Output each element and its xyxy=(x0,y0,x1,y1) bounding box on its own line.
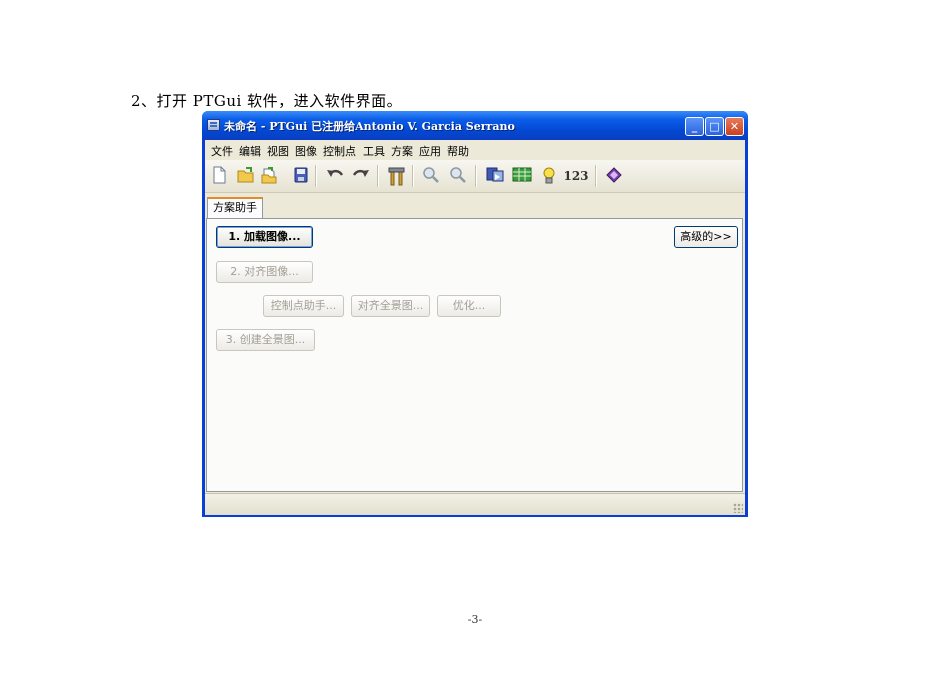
menu-project[interactable]: 方案 xyxy=(391,143,413,159)
toolbar-separator xyxy=(595,165,597,187)
menu-images[interactable]: 图像 xyxy=(295,143,317,159)
ptgui-window: 未命名 - PTGui 已注册给Antonio V. Garcia Serran… xyxy=(202,111,748,517)
help-book-icon[interactable] xyxy=(604,166,624,186)
zoom-in-icon[interactable] xyxy=(421,166,441,186)
open-folder-icon[interactable] xyxy=(236,166,256,186)
toolbar-separator xyxy=(412,165,414,187)
create-panorama-button[interactable]: 3. 创建全景图... xyxy=(216,329,315,351)
align-panorama-button[interactable]: 对齐全景图... xyxy=(351,295,430,317)
tab-project-assistant[interactable]: 方案助手 xyxy=(207,197,263,219)
control-point-assistant-button[interactable]: 控制点助手... xyxy=(263,295,344,317)
toolbar-separator xyxy=(475,165,477,187)
maximize-button[interactable]: □ xyxy=(705,117,724,136)
resize-grip[interactable] xyxy=(733,503,743,513)
lightbulb-icon[interactable] xyxy=(539,166,559,186)
tools-icon[interactable] xyxy=(387,166,407,186)
client-area: 文件 编辑 视图 图像 控制点 工具 方案 应用 帮助 123 方案助手 1. … xyxy=(205,140,745,515)
undo-icon[interactable] xyxy=(325,166,345,186)
menu-tools[interactable]: 工具 xyxy=(363,143,385,159)
open-recent-icon[interactable] xyxy=(259,166,279,186)
menu-apply[interactable]: 应用 xyxy=(419,143,441,159)
toolbar-separator xyxy=(377,165,379,187)
menu-view[interactable]: 视图 xyxy=(267,143,289,159)
menu-control-points[interactable]: 控制点 xyxy=(323,143,356,159)
toolbar-separator xyxy=(315,165,317,187)
menu-help[interactable]: 帮助 xyxy=(447,143,469,159)
document-heading: 2、打开 PTGui 软件，进入软件界面。 xyxy=(131,92,403,110)
preview-icon[interactable] xyxy=(485,166,505,186)
align-images-button[interactable]: 2. 对齐图像... xyxy=(216,261,313,283)
tab-label: 方案助手 xyxy=(213,201,257,214)
numbers-icon[interactable]: 123 xyxy=(562,166,590,186)
advanced-button[interactable]: 高级的>> xyxy=(674,226,738,248)
menu-bar: 文件 编辑 视图 图像 控制点 工具 方案 应用 帮助 xyxy=(205,140,745,159)
close-button[interactable]: ✕ xyxy=(725,117,744,136)
load-images-button[interactable]: 1. 加载图像... xyxy=(216,226,313,248)
redo-icon[interactable] xyxy=(351,166,371,186)
page-number: -3- xyxy=(467,613,483,626)
optimize-button[interactable]: 优化... xyxy=(437,295,501,317)
table-icon[interactable] xyxy=(512,166,532,186)
assistant-panel: 1. 加载图像... 高级的>> 2. 对齐图像... 控制点助手... 对齐全… xyxy=(206,218,743,492)
app-icon xyxy=(207,119,220,131)
title-bar[interactable]: 未命名 - PTGui 已注册给Antonio V. Garcia Serran… xyxy=(202,111,748,140)
menu-edit[interactable]: 编辑 xyxy=(239,143,261,159)
window-title: 未命名 - PTGui 已注册给Antonio V. Garcia Serran… xyxy=(224,120,515,133)
menu-file[interactable]: 文件 xyxy=(211,143,233,159)
toolbar: 123 xyxy=(205,160,745,193)
new-file-icon[interactable] xyxy=(209,166,229,186)
save-icon[interactable] xyxy=(291,166,311,186)
minimize-button[interactable]: _ xyxy=(685,117,704,136)
zoom-out-icon[interactable] xyxy=(448,166,468,186)
status-bar xyxy=(205,493,745,515)
